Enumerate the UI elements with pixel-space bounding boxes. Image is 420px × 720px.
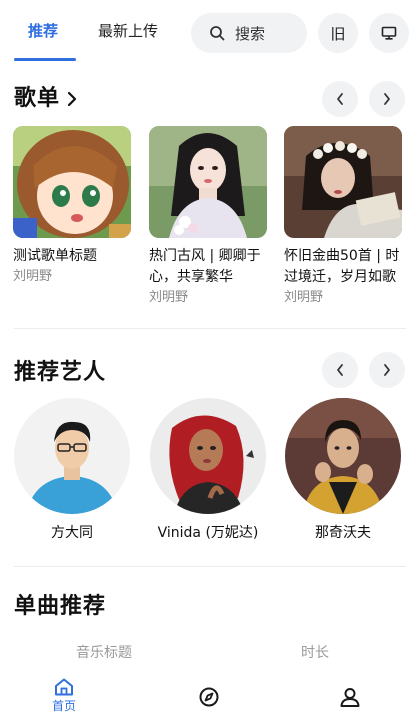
playlist-author: 刘明野	[13, 269, 53, 284]
playlist-next-button[interactable]	[369, 81, 405, 117]
artist-next-button[interactable]	[369, 352, 405, 388]
artist-section-title: 推荐艺人	[14, 360, 107, 385]
tab-latest-upload[interactable]: 最新上传	[98, 20, 158, 41]
playlist-author: 刘明野	[149, 290, 189, 305]
playlist-cover-flower-crown	[284, 126, 402, 238]
search-label: 搜索	[235, 24, 266, 43]
artist-card[interactable]: 那奇沃夫	[284, 398, 402, 542]
tv-mode-button[interactable]	[369, 13, 409, 53]
artist-name: 方大同	[51, 525, 93, 541]
song-section-title: 单曲推荐	[14, 594, 107, 619]
chevron-left-icon	[337, 364, 343, 376]
old-version-button[interactable]: 旧	[318, 13, 358, 53]
nav-home-label: 首页	[52, 699, 77, 713]
tab-recommend[interactable]: 推荐	[28, 20, 58, 41]
compass-icon	[199, 687, 219, 707]
chevron-right-icon	[384, 93, 390, 105]
playlist-cover-anime	[13, 126, 131, 238]
artist-avatar	[14, 398, 130, 514]
playlist-cover-hanfu	[149, 126, 267, 238]
nav-discover[interactable]	[198, 686, 220, 708]
nav-profile[interactable]	[339, 686, 361, 708]
section-divider	[14, 566, 406, 567]
active-tab-indicator	[14, 58, 76, 61]
playlist-prev-button[interactable]	[322, 81, 358, 117]
artist-avatar	[150, 398, 266, 514]
user-icon	[340, 688, 360, 707]
column-header-title: 音乐标题	[76, 645, 132, 661]
top-bar: 推荐 最新上传 搜索 旧	[0, 0, 420, 64]
playlist-author: 刘明野	[284, 290, 324, 305]
artist-card[interactable]: 方大同	[13, 398, 131, 542]
playlist-card[interactable]: 怀旧金曲50首 | 时过境迁，岁月如歌 刘明野	[284, 126, 402, 307]
artist-name: Vinida (万妮达)	[157, 525, 259, 541]
playlist-section-title[interactable]: 歌单	[14, 80, 60, 112]
artist-name: 那奇沃夫	[315, 525, 371, 541]
monitor-icon	[381, 26, 397, 40]
search-icon	[210, 26, 225, 41]
chevron-right-icon[interactable]	[66, 91, 78, 107]
old-version-label: 旧	[330, 24, 346, 43]
artist-avatar	[285, 398, 401, 514]
artist-prev-button[interactable]	[322, 352, 358, 388]
home-icon	[55, 678, 73, 696]
playlist-title: 热门古风 | 卿卿于心，共享繁华	[149, 248, 261, 285]
playlist-title: 测试歌单标题	[13, 248, 97, 264]
chevron-left-icon	[337, 93, 343, 105]
nav-home[interactable]: 首页	[52, 678, 76, 714]
column-header-duration: 时长	[301, 645, 329, 661]
playlist-card[interactable]: 热门古风 | 卿卿于心，共享繁华 刘明野	[149, 126, 267, 307]
bottom-nav: 首页	[0, 672, 420, 720]
section-divider	[14, 328, 406, 329]
playlist-card[interactable]: 测试歌单标题 刘明野	[13, 126, 131, 286]
artist-card[interactable]: Vinida (万妮达)	[149, 398, 267, 542]
search-button[interactable]: 搜索	[191, 13, 307, 53]
playlist-title: 怀旧金曲50首 | 时过境迁，岁月如歌	[284, 248, 400, 285]
chevron-right-icon	[384, 364, 390, 376]
